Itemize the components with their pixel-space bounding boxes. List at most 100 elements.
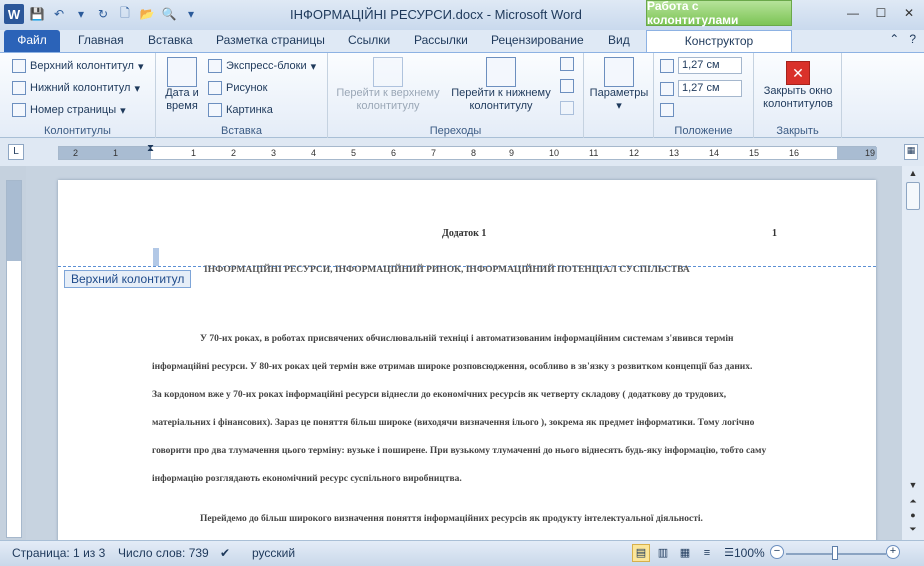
tab-design[interactable]: Конструктор <box>646 30 792 53</box>
next-section-button[interactable] <box>560 79 574 93</box>
chevron-down-icon: ▾ <box>616 100 622 112</box>
options-icon <box>604 57 634 87</box>
close-icon: ✕ <box>786 61 810 85</box>
paragraph-line[interactable]: У 70-их роках, в роботах присвячених обч… <box>152 334 842 344</box>
footer-icon <box>12 81 26 95</box>
paragraph-line[interactable]: За кордоном вже у 70-их роках інформацій… <box>152 390 842 400</box>
next-page-icon[interactable]: ⏷ <box>906 524 920 535</box>
options-button[interactable]: Параметры ▾ <box>586 57 652 113</box>
browse-object-icon[interactable]: ● <box>906 510 920 520</box>
paragraph-line[interactable]: Перейдемо до більш широкого визначення п… <box>152 514 842 524</box>
previous-section-button[interactable] <box>560 57 574 71</box>
chevron-down-icon: ▾ <box>310 60 317 73</box>
tab-mailings[interactable]: Рассылки <box>406 30 476 52</box>
print-layout-icon[interactable]: ▤ <box>632 544 650 562</box>
maximize-icon[interactable]: ☐ <box>874 6 888 20</box>
header-text[interactable]: Додаток 1 <box>442 228 486 239</box>
close-header-footer-button[interactable]: ✕ Закрыть окно колонтитулов <box>756 61 840 111</box>
dropdown-arrow-icon[interactable]: ▾ <box>72 5 90 23</box>
ruler-strip[interactable]: 2 1 1 2 3 4 5 6 7 8 9 10 11 12 13 14 15 … <box>58 143 877 160</box>
chevron-down-icon: ▾ <box>134 82 140 95</box>
goto-header-icon <box>373 57 403 87</box>
redo-icon[interactable]: ↻ <box>94 5 112 23</box>
language-indicator[interactable]: русский <box>252 546 295 560</box>
print-preview-icon[interactable]: 🔍 <box>160 5 178 23</box>
document-area[interactable]: Додаток 1 1 Верхний колонтитул ІНФОРМАЦІ… <box>26 166 902 540</box>
quick-parts-dropdown[interactable]: Экспресс-блоки ▾ <box>208 59 316 73</box>
scroll-up-icon[interactable]: ▲ <box>906 168 920 178</box>
page-count[interactable]: Страница: 1 из 3 <box>12 546 105 560</box>
word-logo-icon[interactable]: W <box>4 4 24 24</box>
title-bar: W 💾 ↶ ▾ ↻ 🗋 📂 🔍 ▾ ІНФОРМАЦІЙНІ РЕСУРСИ.d… <box>0 0 924 30</box>
chevron-down-icon: ▾ <box>120 104 126 117</box>
page-number-dropdown[interactable]: Номер страницы ▾ <box>12 103 126 117</box>
paragraph-line[interactable]: інформацію розглядають економічний ресур… <box>152 474 842 484</box>
next-icon <box>560 79 574 93</box>
footer-distance-spinner[interactable]: 1,27 см <box>660 80 742 97</box>
save-icon[interactable]: 💾 <box>28 5 46 23</box>
group-close: ✕ Закрыть окно колонтитулов Закрыть <box>754 53 842 139</box>
tab-home[interactable]: Главная <box>70 30 132 52</box>
insert-alignment-tab-button[interactable] <box>660 103 674 117</box>
group-label: Положение <box>674 125 733 137</box>
word-count[interactable]: Число слов: 739 <box>118 546 209 560</box>
tab-selector-icon[interactable]: L <box>8 144 24 160</box>
previous-page-icon[interactable]: ⏶ <box>906 496 920 507</box>
group-label: Вставка <box>221 125 262 137</box>
paragraph-line[interactable]: говорити про два тлумачення цього термін… <box>152 446 842 456</box>
new-document-icon[interactable]: 🗋 <box>116 5 134 23</box>
vertical-ruler[interactable] <box>6 180 22 538</box>
zoom-in-icon[interactable]: + <box>886 545 900 559</box>
open-folder-icon[interactable]: 📂 <box>138 5 156 23</box>
tab-insert[interactable]: Вставка <box>140 30 201 52</box>
tab-view[interactable]: Вид <box>600 30 638 52</box>
customize-qat-icon[interactable]: ▾ <box>182 5 200 23</box>
undo-icon[interactable]: ↶ <box>50 5 68 23</box>
tab-references[interactable]: Ссылки <box>340 30 398 52</box>
group-navigation: Перейти к верхнему колонтитулу Перейти к… <box>328 53 584 139</box>
paragraph-line[interactable]: матеріальних і фінансових). Зараз це пон… <box>152 418 842 428</box>
header-label-tag: Верхний колонтитул <box>64 270 192 288</box>
date-time-button[interactable]: Дата и время <box>160 57 204 113</box>
link-icon <box>560 101 574 115</box>
scroll-down-icon[interactable]: ▼ <box>906 480 920 490</box>
zoom-slider-thumb[interactable] <box>832 546 838 560</box>
indent-marker-icon[interactable]: ⧗ <box>147 143 154 154</box>
tab-file[interactable]: Файл <box>4 30 60 52</box>
header-cursor-mark <box>153 248 159 266</box>
zoom-out-icon[interactable]: − <box>770 545 784 559</box>
goto-header-button[interactable]: Перейти к верхнему колонтитулу <box>332 57 444 113</box>
header-page-number[interactable]: 1 <box>772 228 777 239</box>
picture-button[interactable]: Рисунок <box>208 81 268 95</box>
footer-dropdown[interactable]: Нижний колонтитул ▾ <box>12 81 140 95</box>
tab-page-layout[interactable]: Разметка страницы <box>208 30 333 52</box>
group-options: Параметры ▾ <box>584 53 654 139</box>
header-icon <box>12 59 26 73</box>
header-dropdown[interactable]: Верхний колонтитул ▾ <box>12 59 143 73</box>
link-to-previous-button[interactable] <box>560 101 574 115</box>
quick-access-toolbar: W 💾 ↶ ▾ ↻ 🗋 📂 🔍 ▾ <box>4 4 200 24</box>
group-insert: Дата и время Экспресс-блоки ▾ Рисунок Кар… <box>156 53 328 139</box>
document-heading[interactable]: ІНФОРМАЦІЙНІ РЕСУРСИ, ІНФОРМАЦІЙНИЙ РИНО… <box>204 265 690 275</box>
minimize-ribbon-icon[interactable]: ⌃ <box>889 32 899 46</box>
group-label: Закрыть <box>776 125 819 137</box>
scrollbar-thumb[interactable] <box>906 182 920 210</box>
group-label: Переходы <box>429 125 482 137</box>
outline-icon[interactable]: ≡ <box>698 544 716 562</box>
close-window-icon[interactable]: ✕ <box>902 6 916 20</box>
full-screen-reading-icon[interactable]: ▥ <box>654 544 672 562</box>
proofing-icon[interactable]: ✔ <box>220 546 230 560</box>
document-page[interactable]: Додаток 1 1 Верхний колонтитул ІНФОРМАЦІ… <box>58 180 876 540</box>
goto-footer-button[interactable]: Перейти к нижнему колонтитулу <box>446 57 556 113</box>
clip-art-button[interactable]: Картинка <box>208 103 273 117</box>
view-ruler-icon[interactable]: ▦ <box>904 144 918 160</box>
tab-review[interactable]: Рецензирование <box>483 30 592 52</box>
web-layout-icon[interactable]: ▦ <box>676 544 694 562</box>
minimize-icon[interactable]: — <box>846 6 860 20</box>
quick-parts-icon <box>208 59 222 73</box>
zoom-level[interactable]: 100% <box>734 546 765 560</box>
vertical-scrollbar[interactable]: ▲ ▼ ⏶ ● ⏷ <box>902 166 924 540</box>
help-icon[interactable]: ? <box>909 32 916 46</box>
paragraph-line[interactable]: інформаційні ресурси. У 80-их роках цей … <box>152 362 842 372</box>
header-distance-spinner[interactable]: 1,27 см <box>660 57 742 74</box>
